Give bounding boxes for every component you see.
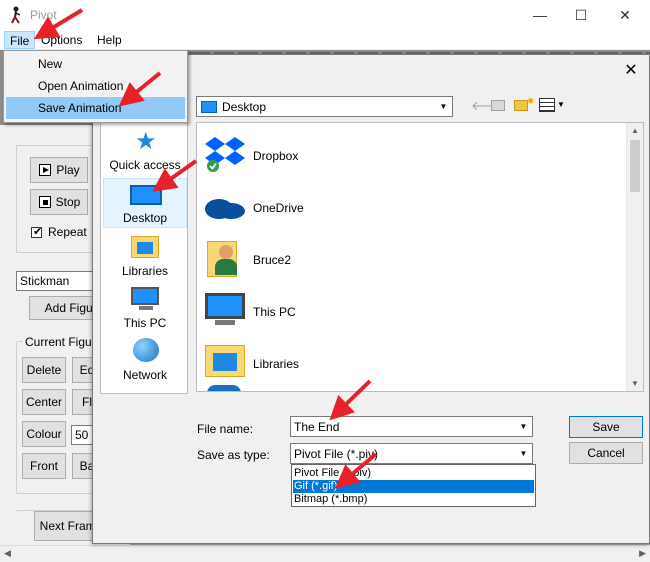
arrow-to-gif-option <box>334 452 378 489</box>
arrow-to-file-name <box>329 379 372 421</box>
arrow-to-file-menu <box>33 8 84 40</box>
arrow-to-desktop <box>152 159 198 192</box>
annotation-arrows <box>33 8 378 489</box>
arrow-to-save-animation <box>118 71 162 107</box>
